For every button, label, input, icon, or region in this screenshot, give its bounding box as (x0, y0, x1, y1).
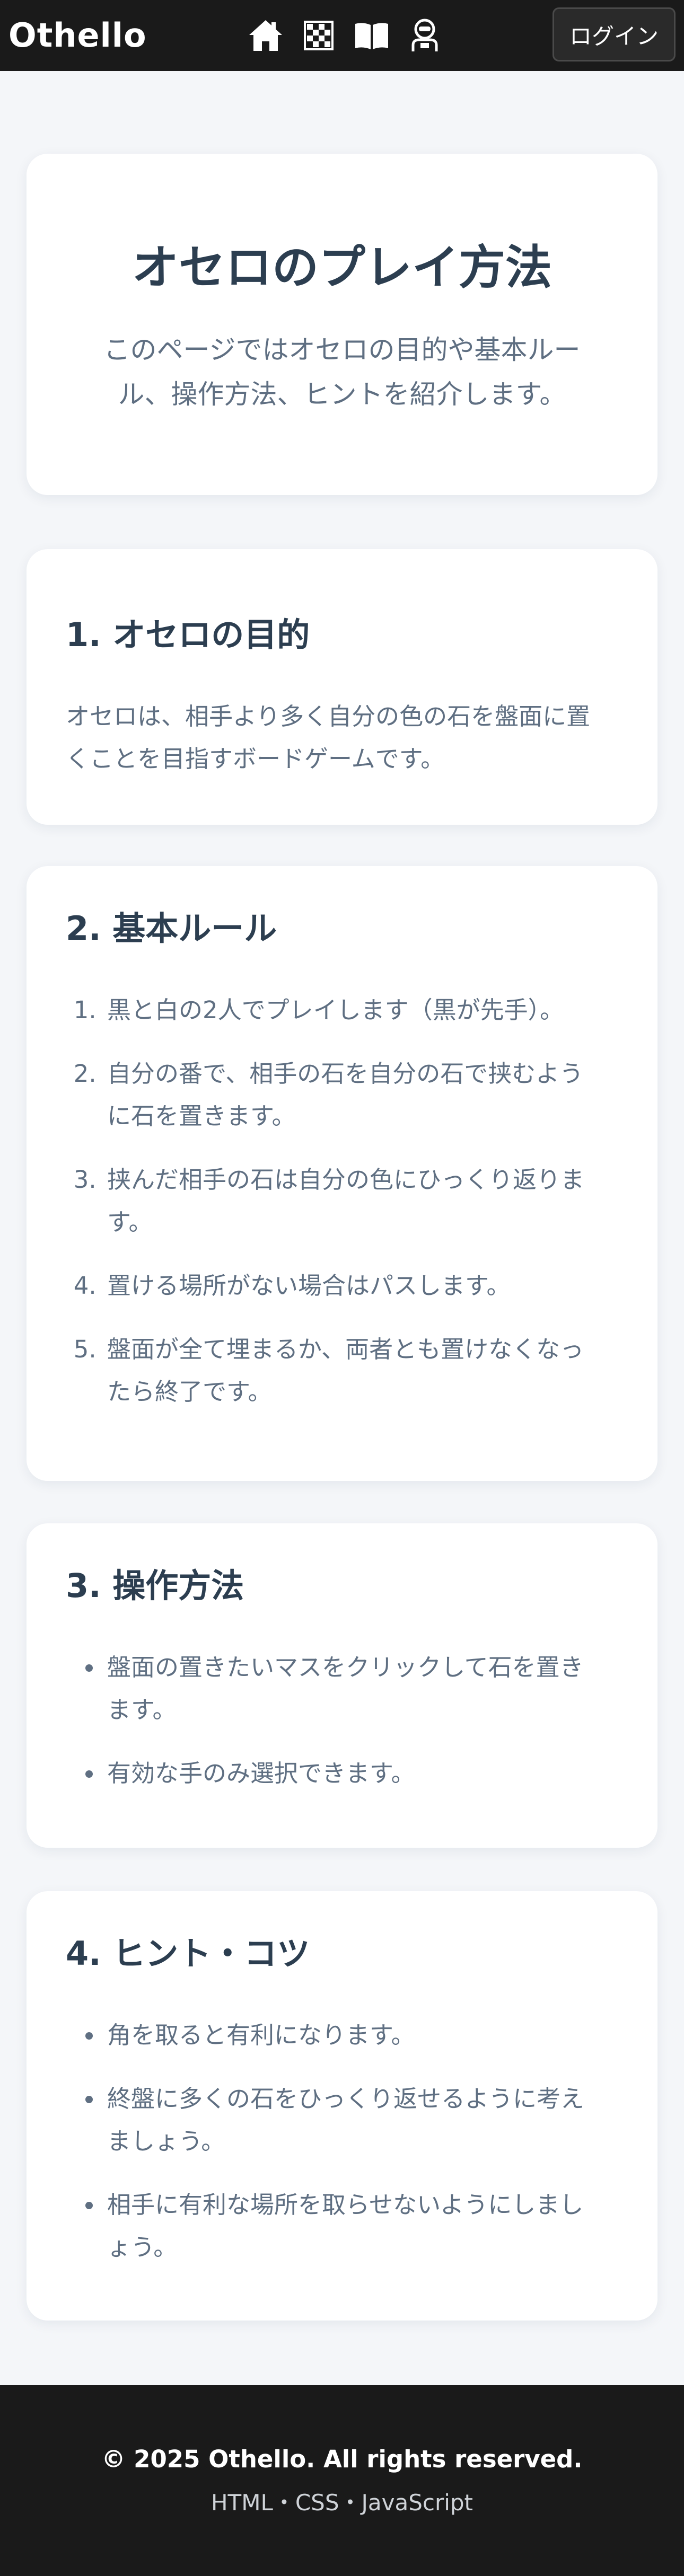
section-text: オセロは、相手より多く自分の色の石を盤面に置くことを目指すボードゲームです。 (66, 702, 591, 773)
page-title: オセロのプレイ方法 (131, 240, 552, 295)
section-title: 4. ヒント・コツ (66, 1934, 310, 1973)
controls-list: 盤面の置きたいマスをクリックして石を置きます。 有効な手のみ選択できます。 (66, 1646, 599, 1795)
section-purpose: 1. オセロの目的 オセロは、相手より多く自分の色の石を盤面に置くことを目指すボ… (27, 549, 657, 825)
tips-list: 角を取ると有利になります。 終盤に多くの石をひっくり返せるように考えましょう。 … (66, 2014, 599, 2269)
page-description: このページではオセロの目的や基本ルール、操作方法、ヒントを紹介します。 (103, 334, 581, 410)
page-footer: © 2025 Othello. All rights reserved. HTM… (0, 2385, 684, 2576)
section-tips: 4. ヒント・コツ 角を取ると有利になります。 終盤に多くの石をひっくり返せるよ… (27, 1891, 657, 2321)
top-navbar: Othello ログイン (0, 0, 684, 71)
robot-icon[interactable] (406, 17, 443, 54)
checkerboard-icon[interactable] (300, 17, 337, 54)
list-item: 相手に有利な場所を取らせないようにしましょう。 (104, 2184, 599, 2269)
brand-logo[interactable]: Othello (8, 15, 147, 56)
list-item: 有効な手のみ選択できます。 (104, 1752, 599, 1795)
section-title: 2. 基本ルール (66, 909, 277, 948)
section-basic-rules: 2. 基本ルール 黒と白の2人でプレイします（黒が先手）。 自分の番で、相手の石… (27, 866, 657, 1481)
section-title: 3. 操作方法 (66, 1566, 244, 1605)
list-item: 黒と白の2人でプレイします（黒が先手）。 (104, 989, 599, 1031)
footer-tech-stack: HTML・CSS・JavaScript (211, 2490, 473, 2516)
footer-copyright: © 2025 Othello. All rights reserved. (101, 2445, 583, 2473)
list-item: 終盤に多くの石をひっくり返せるように考えましょう。 (104, 2078, 599, 2163)
list-item: 角を取ると有利になります。 (104, 2014, 599, 2057)
section-title: 1. オセロの目的 (66, 615, 310, 654)
section-controls: 3. 操作方法 盤面の置きたいマスをクリックして石を置きます。 有効な手のみ選択… (27, 1523, 657, 1848)
list-item: 挟んだ相手の石は自分の色にひっくり返ります。 (104, 1159, 599, 1243)
list-item: 盤面が全て埋まるか、両者とも置けなくなったら終了です。 (104, 1328, 599, 1413)
home-icon[interactable] (247, 17, 284, 54)
login-button[interactable]: ログイン (553, 7, 676, 61)
book-icon[interactable] (353, 17, 390, 54)
rules-list: 黒と白の2人でプレイします（黒が先手）。 自分の番で、相手の石を自分の石で挟むよ… (66, 989, 599, 1413)
nav-icon-group (247, 16, 443, 55)
list-item: 自分の番で、相手の石を自分の石で挟むように石を置きます。 (104, 1053, 599, 1137)
list-item: 置ける場所がない場合はパスします。 (104, 1265, 599, 1307)
list-item: 盤面の置きたいマスをクリックして石を置きます。 (104, 1646, 599, 1731)
hero-card: オセロのプレイ方法 このページではオセロの目的や基本ルール、操作方法、ヒントを紹… (27, 154, 657, 495)
